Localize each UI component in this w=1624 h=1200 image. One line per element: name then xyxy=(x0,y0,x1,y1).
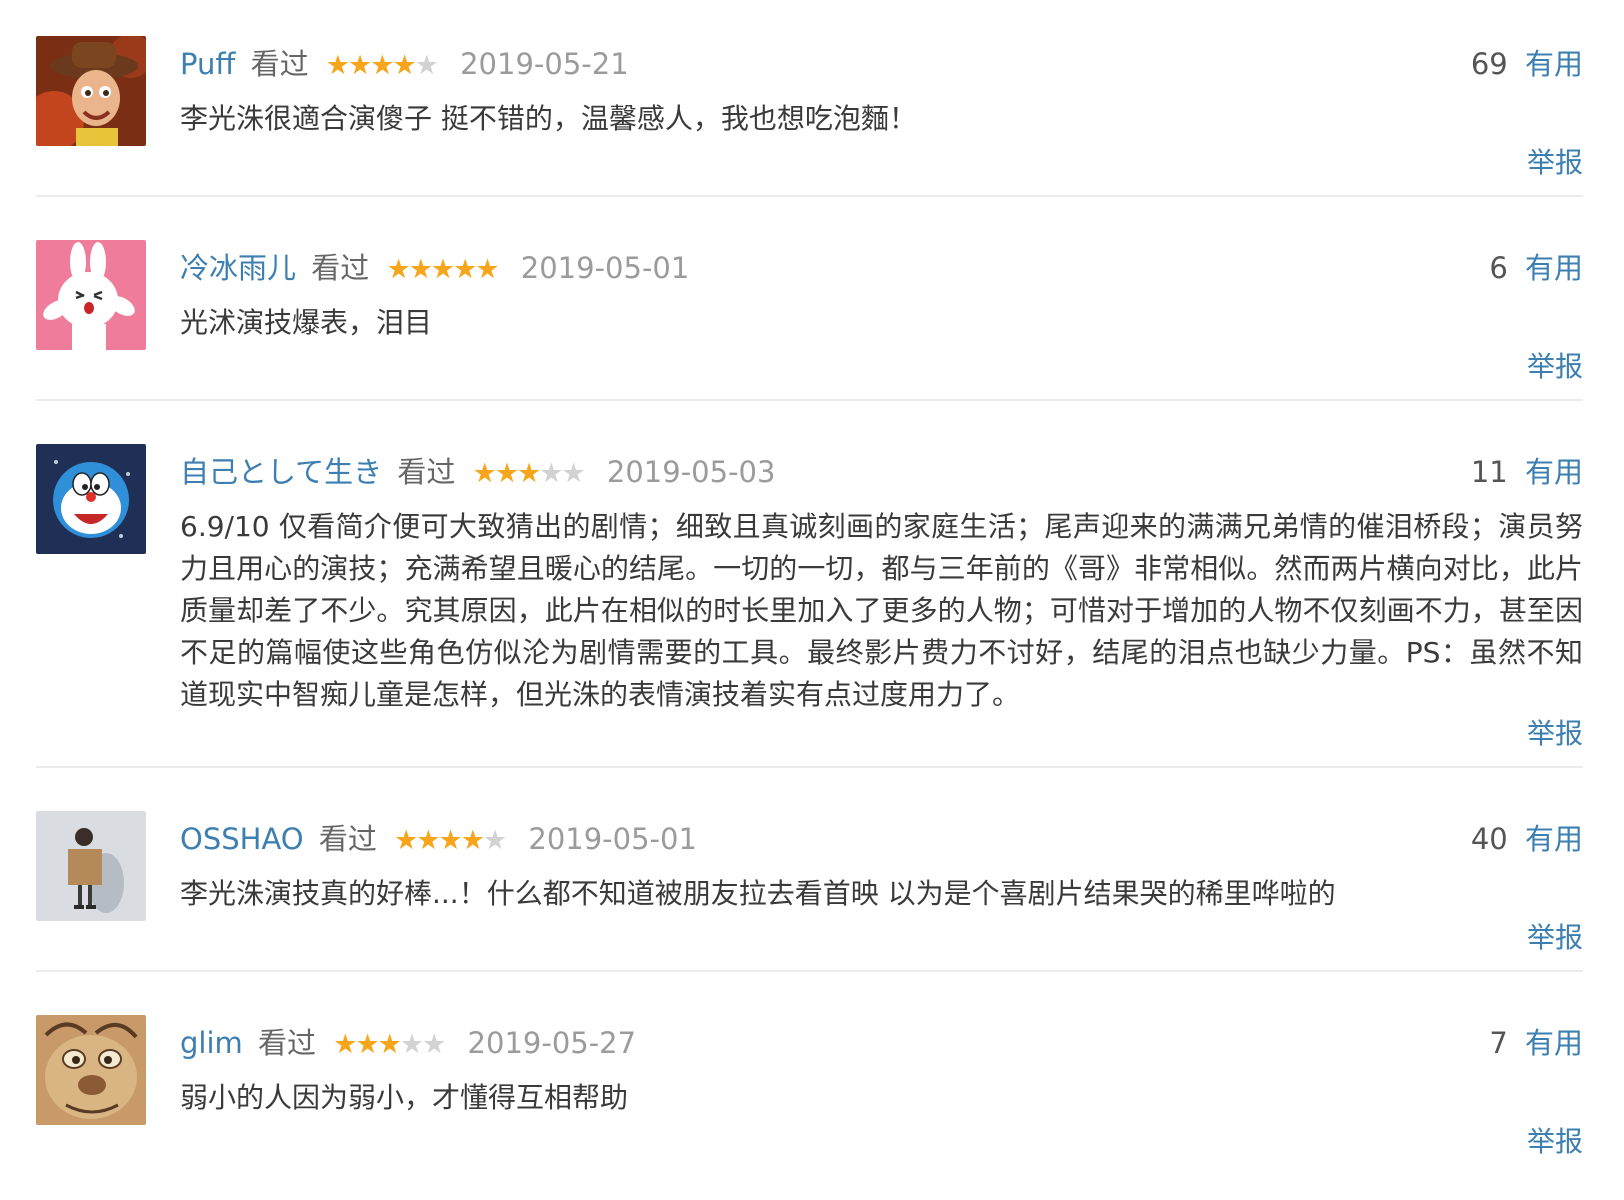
divider xyxy=(36,766,1583,768)
star-filled-icon: ★ xyxy=(472,458,497,489)
doraemon-avatar-icon xyxy=(36,444,146,554)
comment-date: 2019-05-01 xyxy=(520,251,690,285)
vote-area: 40 有用 xyxy=(1471,819,1583,859)
star-filled-icon: ★ xyxy=(377,1029,402,1060)
star-empty-icon: ★ xyxy=(561,458,585,489)
vote-area: 7 有用 xyxy=(1489,1023,1583,1063)
watched-label: 看过 xyxy=(397,455,456,489)
rating-stars: ★★★★★ xyxy=(386,254,499,285)
star-filled-icon: ★ xyxy=(494,458,519,489)
vote-count: 11 xyxy=(1470,455,1508,489)
white-bunny-avatar-icon xyxy=(36,240,146,350)
useful-button[interactable]: 有用 xyxy=(1525,455,1583,489)
comment-text: 李光洙很適合演傻子 挺不错的，温馨感人，我也想吃泡麵！ xyxy=(180,102,917,135)
vote-count: 7 xyxy=(1489,1026,1508,1060)
star-filled-icon: ★ xyxy=(460,825,485,856)
report-link[interactable]: 举报 xyxy=(1527,143,1583,183)
username-link[interactable]: 自己として生き xyxy=(180,455,382,489)
comment-date: 2019-05-01 xyxy=(528,822,697,856)
vote-count: 40 xyxy=(1470,822,1508,856)
vote-area: 69 有用 xyxy=(1471,44,1583,84)
comment-meta: OSSHAO 看过 ★★★★★ 2019-05-01 xyxy=(180,819,697,859)
username-link[interactable]: OSSHAO xyxy=(180,822,304,856)
comment-meta: 自己として生き 看过 ★★★★★ 2019-05-03 xyxy=(180,452,775,492)
avatar[interactable] xyxy=(36,444,146,554)
rating-stars: ★★★★★ xyxy=(472,458,586,489)
avatar[interactable] xyxy=(36,811,146,921)
useful-button[interactable]: 有用 xyxy=(1525,1026,1583,1060)
star-empty-icon: ★ xyxy=(414,50,439,81)
username-link[interactable]: glim xyxy=(180,1026,243,1060)
vote-count: 6 xyxy=(1489,251,1508,285)
vote-area: 6 有用 xyxy=(1489,248,1583,288)
report-link[interactable]: 举报 xyxy=(1527,714,1583,754)
comment-date: 2019-05-21 xyxy=(460,47,629,81)
star-filled-icon: ★ xyxy=(394,825,418,856)
star-empty-icon: ★ xyxy=(422,1029,446,1060)
star-filled-icon: ★ xyxy=(325,50,350,81)
username-link[interactable]: 冷冰雨儿 xyxy=(180,251,296,285)
star-filled-icon: ★ xyxy=(348,50,372,81)
avatar[interactable] xyxy=(36,1015,146,1125)
report-link[interactable]: 举报 xyxy=(1527,1122,1583,1162)
star-filled-icon: ★ xyxy=(453,254,477,285)
star-empty-icon: ★ xyxy=(399,1029,424,1060)
avatar[interactable] xyxy=(36,240,146,350)
comment-list: Puff 看过 ★★★★★ 2019-05-21 69 有用 李光洙很適合演傻子… xyxy=(0,0,1624,1200)
rating-stars: ★★★★★ xyxy=(333,1029,446,1060)
comment-meta: glim 看过 ★★★★★ 2019-05-27 xyxy=(180,1023,636,1063)
rating-stars: ★★★★★ xyxy=(325,50,439,81)
vote-area: 11 有用 xyxy=(1471,452,1583,492)
avatar[interactable] xyxy=(36,36,146,146)
rating-stars: ★★★★★ xyxy=(394,825,507,856)
woody-cowboy-avatar-icon xyxy=(36,36,146,146)
comment-text: 弱小的人因为弱小，才懂得互相帮助 xyxy=(180,1081,629,1114)
watched-label: 看过 xyxy=(258,1026,317,1060)
useful-button[interactable]: 有用 xyxy=(1525,47,1583,81)
comment-text: 光沭演技爆表，泪目 xyxy=(180,306,433,339)
person-with-box-avatar-icon xyxy=(36,811,146,921)
star-filled-icon: ★ xyxy=(370,50,394,81)
star-filled-icon: ★ xyxy=(386,254,410,285)
divider xyxy=(36,970,1583,972)
divider xyxy=(36,195,1583,197)
comment-date: 2019-05-03 xyxy=(606,455,776,489)
star-filled-icon: ★ xyxy=(475,254,499,285)
useful-button[interactable]: 有用 xyxy=(1525,822,1583,856)
comment-meta: 冷冰雨儿 看过 ★★★★★ 2019-05-01 xyxy=(180,248,689,288)
star-filled-icon: ★ xyxy=(355,1029,379,1060)
watched-label: 看过 xyxy=(311,251,370,285)
comment-date: 2019-05-27 xyxy=(467,1026,637,1060)
cartoon-creature-avatar-icon xyxy=(36,1015,146,1125)
star-filled-icon: ★ xyxy=(517,458,541,489)
comment-meta: Puff 看过 ★★★★★ 2019-05-21 xyxy=(180,44,629,84)
watched-label: 看过 xyxy=(250,47,309,81)
useful-button[interactable]: 有用 xyxy=(1525,251,1583,285)
star-filled-icon: ★ xyxy=(392,50,416,81)
report-link[interactable]: 举报 xyxy=(1527,347,1583,387)
watched-label: 看过 xyxy=(318,822,377,856)
star-filled-icon: ★ xyxy=(416,825,440,856)
star-filled-icon: ★ xyxy=(408,254,433,285)
star-filled-icon: ★ xyxy=(430,254,455,285)
star-empty-icon: ★ xyxy=(539,458,563,489)
star-filled-icon: ★ xyxy=(438,825,463,856)
star-filled-icon: ★ xyxy=(333,1029,357,1060)
vote-count: 69 xyxy=(1470,47,1508,81)
star-empty-icon: ★ xyxy=(482,825,507,856)
report-link[interactable]: 举报 xyxy=(1527,918,1583,958)
username-link[interactable]: Puff xyxy=(180,47,235,81)
comment-text: 6.9/10 仅看简介便可大致猜出的剧情；细致且真诚刻画的家庭生活；尾声迎来的满… xyxy=(180,510,1583,711)
comment-text: 李光洙演技真的好棒...！什么都不知道被朋友拉去看首映 以为是个喜剧片结果哭的稀… xyxy=(180,877,1336,910)
divider xyxy=(36,399,1583,401)
